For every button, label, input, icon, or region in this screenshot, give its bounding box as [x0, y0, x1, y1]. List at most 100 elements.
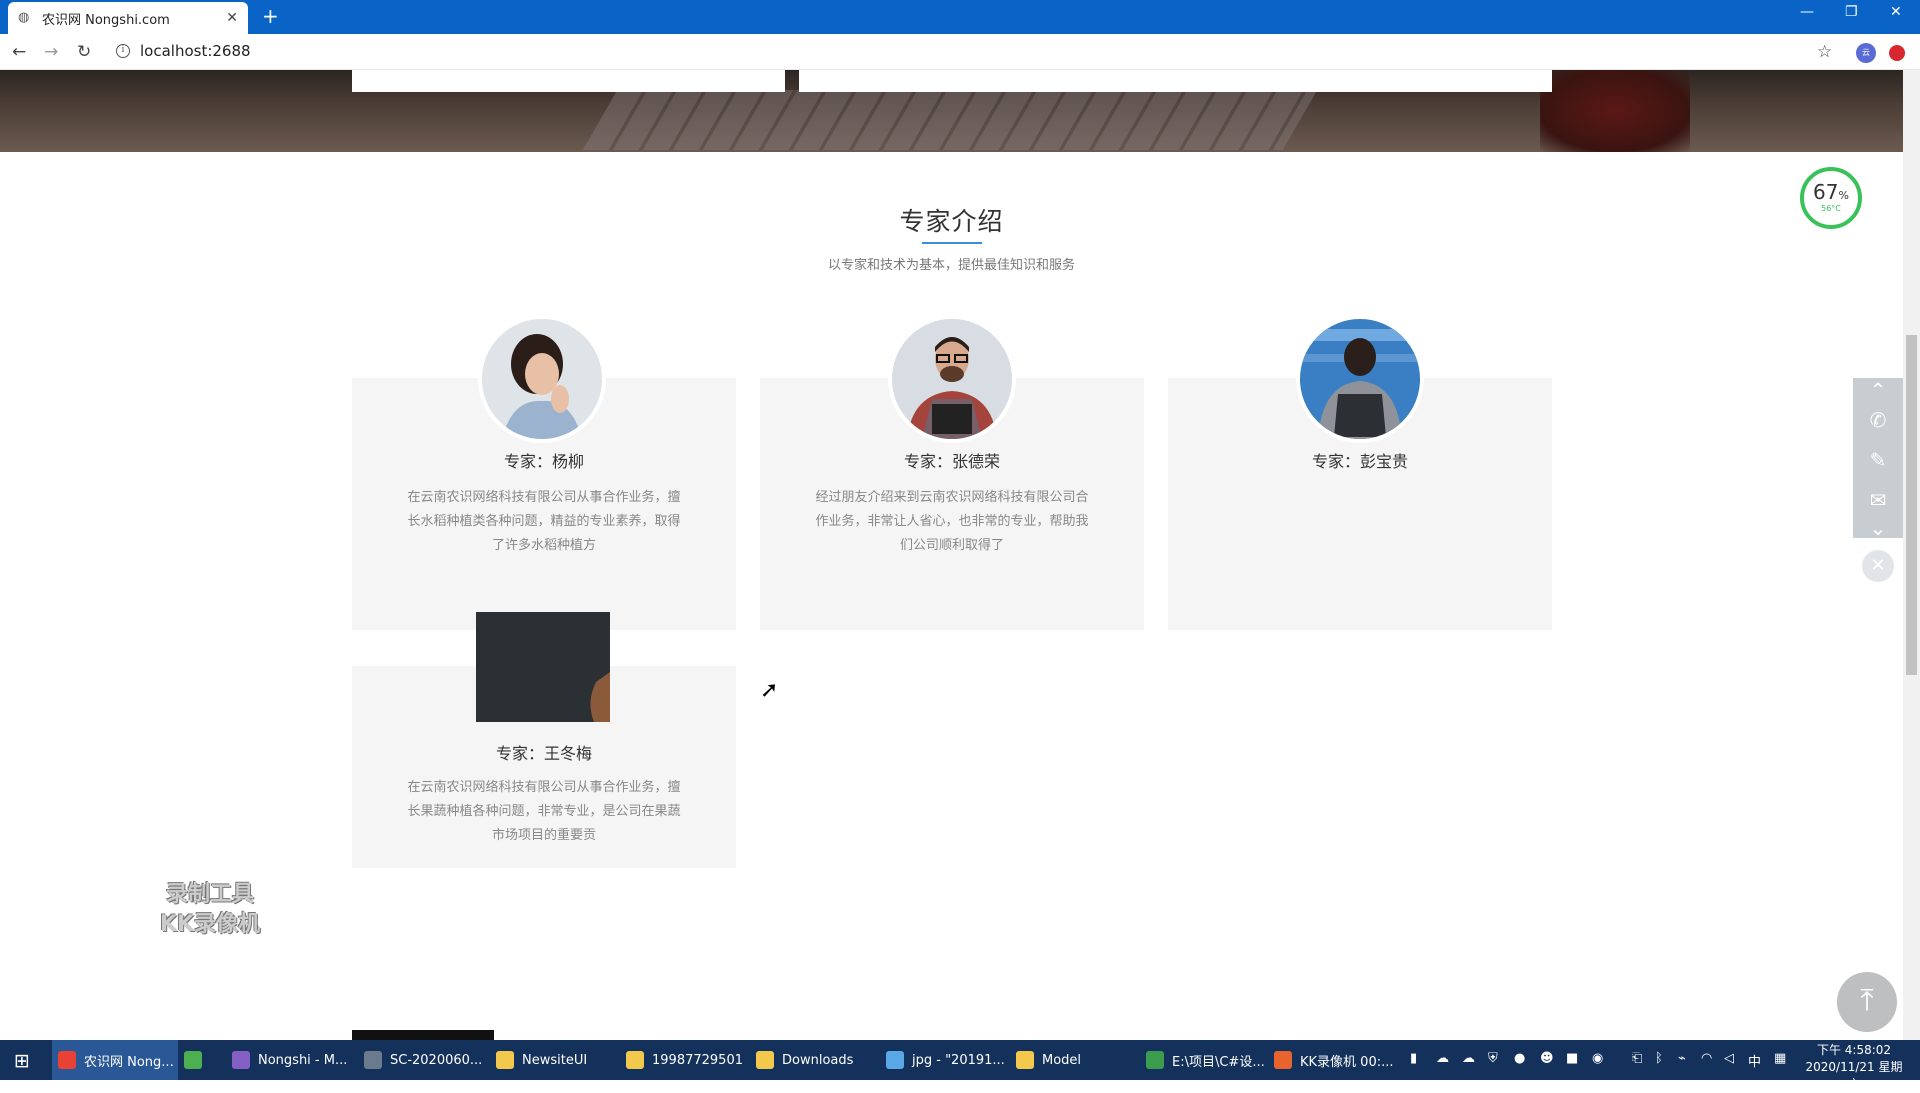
performance-gauge[interactable]: 67% 56°C: [1800, 167, 1862, 229]
taskbar-item-label: jpg - "20191...: [912, 1052, 1005, 1068]
mouse-cursor-icon: ➚: [760, 678, 779, 703]
browser-titlebar: ◍ 农识网 Nongshi.com ✕ + — ❐ ✕: [0, 0, 1920, 34]
taskbar-item[interactable]: [178, 1040, 218, 1080]
scrollbar-thumb[interactable]: [1906, 335, 1917, 675]
expert-name: 专家：彭宝贵: [1311, 452, 1408, 471]
taskbar-item[interactable]: SC-2020060...: [358, 1040, 486, 1080]
hero-card-left: [352, 70, 785, 92]
new-tab-button[interactable]: +: [262, 6, 279, 26]
app-icon: [232, 1051, 250, 1069]
title-underline: [922, 242, 982, 244]
power-icon[interactable]: ⌁: [1678, 1051, 1686, 1066]
close-sidebar-button[interactable]: ✕: [1862, 550, 1894, 582]
edit-icon[interactable]: ✎: [1866, 448, 1890, 472]
taskbar-item[interactable]: Nongshi - M...: [226, 1040, 354, 1080]
wifi-icon[interactable]: ◠: [1701, 1051, 1712, 1066]
expert-avatar: [888, 315, 1016, 443]
windows-taskbar: ⊞ 农识网 Nong... Nongshi - M... SC-2020060...…: [0, 1040, 1920, 1091]
expert-photo: [476, 612, 610, 722]
back-to-top-button[interactable]: ⤒: [1837, 972, 1897, 1032]
nvidia-icon[interactable]: ■: [1566, 1051, 1578, 1066]
taskbar-item-label: NewsiteUI: [522, 1052, 588, 1068]
extension-red-icon[interactable]: [1889, 45, 1905, 61]
taskbar-item-label: Model: [1042, 1052, 1082, 1068]
keyboard-icon[interactable]: ▦: [1774, 1051, 1786, 1066]
taskbar-item-label: Nongshi - M...: [258, 1052, 348, 1068]
taskbar-item[interactable]: Model: [1010, 1040, 1136, 1080]
cloud-icon[interactable]: ☁: [1462, 1051, 1475, 1066]
chevron-up-icon[interactable]: ⌃: [1866, 378, 1890, 402]
restore-button[interactable]: ❐: [1845, 4, 1858, 20]
battery-icon[interactable]: ▮: [1410, 1051, 1417, 1066]
chevron-down-icon[interactable]: ⌄: [1866, 516, 1890, 540]
app-icon: [1146, 1051, 1164, 1069]
network-icon[interactable]: ☁: [1436, 1051, 1449, 1066]
taskbar-item[interactable]: 19987729501: [620, 1040, 746, 1080]
next-card-edge: [352, 1030, 494, 1040]
expert-name: 专家：杨柳: [503, 452, 584, 471]
bluetooth-icon[interactable]: ᛒ: [1655, 1051, 1663, 1066]
shield-icon[interactable]: ⛨: [1488, 1051, 1498, 1066]
app-icon: [626, 1051, 644, 1069]
volume-icon[interactable]: ◁: [1724, 1051, 1734, 1066]
expert-description: 在云南农识网络科技有限公司从事合作业务，擅长水稻种植类各种问题，精益的专业素养，…: [407, 490, 681, 553]
app-icon: [496, 1051, 514, 1069]
address-bar[interactable]: i localhost:2688: [116, 42, 251, 60]
phone-icon[interactable]: ✆: [1866, 408, 1890, 432]
info-icon[interactable]: i: [116, 44, 130, 58]
expert-description: 经过朋友介绍来到云南农识网络科技有限公司合作业务，非常让人省心，也非常的专业，帮…: [815, 490, 1089, 553]
app-tray-icon[interactable]: ●: [1514, 1051, 1525, 1066]
usb-icon[interactable]: ⎗: [1632, 1051, 1642, 1066]
browser-tab[interactable]: ◍ 农识网 Nongshi.com ✕: [8, 2, 248, 34]
taskbar-item-label: SC-2020060...: [390, 1052, 483, 1068]
app-icon: [364, 1051, 382, 1069]
app-icon: [58, 1051, 76, 1069]
extension-icon[interactable]: 云: [1856, 43, 1876, 63]
app-icon: [1274, 1051, 1292, 1069]
taskbar-item[interactable]: NewsiteUI: [490, 1040, 616, 1080]
taskbar-item-label: KK录像机 00:...: [1300, 1054, 1394, 1070]
taskbar-item[interactable]: 农识网 Nong...: [52, 1040, 178, 1080]
url-text: localhost:2688: [140, 42, 251, 60]
page-viewport: 专家介绍 以专家和技术为基本，提供最佳知识和服务 专家：杨柳 在云南农识网络科技…: [0, 70, 1903, 1040]
cup-image: [1540, 70, 1690, 152]
close-window-button[interactable]: ✕: [1890, 4, 1902, 20]
people-icon[interactable]: ☻: [1540, 1051, 1554, 1066]
section-subtitle: 以专家和技术为基本，提供最佳知识和服务: [827, 258, 1075, 273]
reload-icon[interactable]: ↻: [77, 42, 91, 62]
hero-card-right: [799, 70, 1552, 92]
globe-icon: ◍: [18, 10, 30, 25]
expert-avatar: [478, 315, 606, 443]
clock-time: 下午 4:58:02: [1816, 1043, 1892, 1057]
ime-indicator[interactable]: 中: [1748, 1051, 1761, 1070]
system-clock[interactable]: 下午 4:58:02 2020/11/21 星期六: [1800, 1042, 1908, 1093]
hero-banner: [0, 70, 1903, 152]
clock-date: 2020/11/21 星期六: [1805, 1060, 1903, 1091]
taskbar-item-label: 19987729501: [652, 1052, 743, 1068]
tab-title: 农识网 Nongshi.com: [42, 12, 170, 28]
taskbar-item-label: E:\项目\C#设...: [1172, 1054, 1265, 1070]
mail-icon[interactable]: ✉: [1866, 488, 1890, 512]
forward-icon[interactable]: →: [44, 42, 58, 62]
watermark-line: 录制工具: [166, 882, 255, 907]
app-icon: [886, 1051, 904, 1069]
taskbar-item[interactable]: Downloads: [750, 1040, 876, 1080]
taskbar-item[interactable]: KK录像机 00:...: [1268, 1040, 1394, 1080]
section-title: 专家介绍: [899, 207, 1004, 236]
bookmark-star-icon[interactable]: ☆: [1817, 42, 1832, 62]
back-icon[interactable]: ←: [12, 42, 26, 62]
minimize-button[interactable]: —: [1800, 4, 1814, 20]
security-icon[interactable]: ◉: [1592, 1051, 1603, 1066]
taskbar-item[interactable]: E:\项目\C#设...: [1140, 1040, 1266, 1080]
watermark-line: KK录像机: [160, 912, 261, 937]
gauge-temp: 56°C: [1821, 204, 1841, 213]
recording-watermark: 录制工具 KK录像机: [160, 880, 260, 940]
close-tab-icon[interactable]: ✕: [226, 10, 238, 26]
gauge-unit: %: [1838, 189, 1849, 202]
windows-start-icon[interactable]: ⊞: [14, 1050, 30, 1072]
expert-avatar: [1296, 315, 1424, 443]
taskbar-item[interactable]: jpg - "20191...: [880, 1040, 1006, 1080]
taskbar-item-label: 农识网 Nong...: [84, 1054, 174, 1070]
gauge-value: 67: [1813, 180, 1839, 204]
taskbar-item-label: Downloads: [782, 1052, 854, 1068]
